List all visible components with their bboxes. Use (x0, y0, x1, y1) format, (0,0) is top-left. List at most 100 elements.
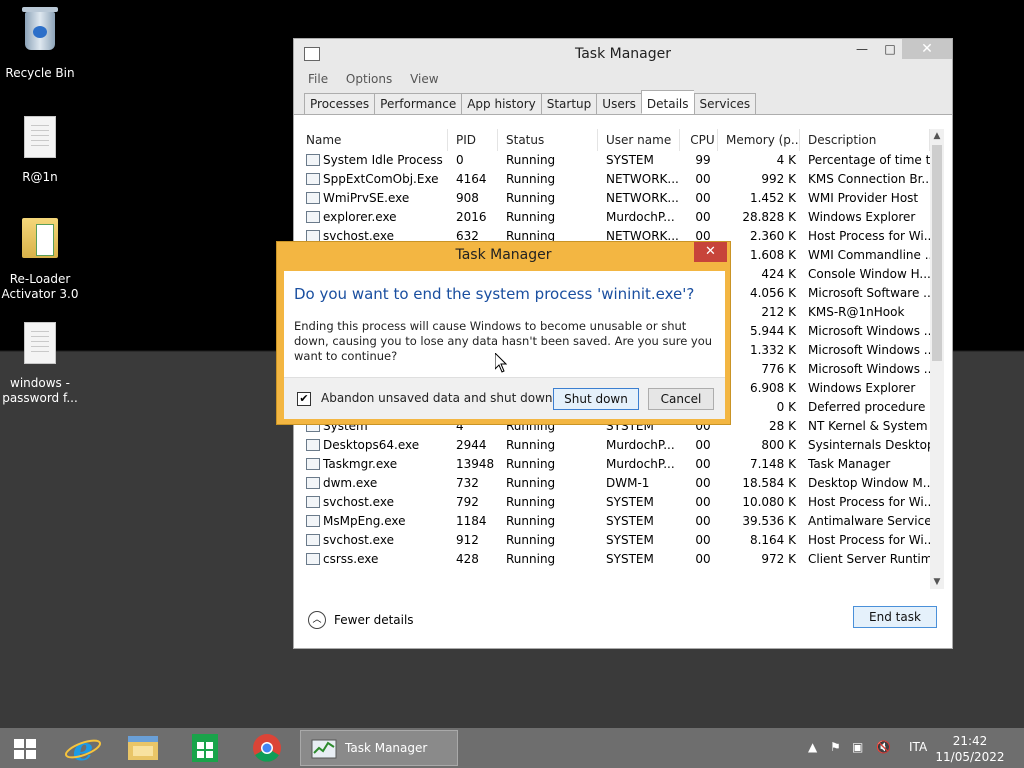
end-task-button[interactable]: End task (853, 606, 937, 628)
abandon-data-checkbox[interactable]: ✔ (297, 392, 311, 406)
menu-view[interactable]: View (410, 72, 438, 86)
cell-text: 1.608 K (749, 248, 796, 262)
taskbar-clock[interactable]: 21:42 11/05/2022 (934, 733, 1006, 765)
dialog-question: Do you want to end the system process 'w… (294, 285, 695, 303)
action-center-flag-icon[interactable]: ⚑ (830, 740, 841, 754)
start-button[interactable] (6, 730, 46, 766)
tab-startup[interactable]: Startup (540, 93, 597, 115)
cell-description: NT Kernel & System (800, 417, 930, 436)
cell-text: 00 (695, 210, 711, 224)
dialog-title: Task Manager (455, 247, 552, 263)
cell-text: SppExtComObj.Exe (323, 172, 439, 186)
tab-app-history[interactable]: App history (461, 93, 541, 115)
dialog-close-button[interactable]: ✕ (694, 242, 727, 262)
menu-options[interactable]: Options (346, 72, 392, 86)
column-header-name[interactable]: Name (302, 129, 448, 151)
cell-name: dwm.exe (302, 474, 448, 493)
cell-text: 00 (695, 191, 711, 205)
maximize-button[interactable]: □ (876, 39, 904, 59)
taskbar-file-explorer[interactable] (118, 730, 168, 766)
cell-text: 00 (695, 533, 711, 547)
taskbar-store[interactable] (180, 730, 230, 766)
cell-pid: 13948 (448, 455, 498, 474)
cell-text: Console Window H... (808, 267, 930, 281)
desktop-icon-windows-password[interactable]: windows - password f... (0, 322, 80, 406)
table-row[interactable]: csrss.exe 428 Running SYSTEM 00 972 K Client S… (302, 550, 937, 569)
taskbar-task-manager[interactable]: Task Manager (300, 730, 458, 766)
tab-services[interactable]: Services (693, 93, 757, 115)
tab-users[interactable]: Users (596, 93, 641, 115)
taskbar-chrome[interactable] (242, 730, 292, 766)
desktop-icon-reloader[interactable]: Re-Loader Activator 3.0 (0, 214, 80, 302)
taskbar-task-manager-label: Task Manager (345, 741, 428, 755)
scroll-up-icon[interactable]: ▲ (930, 129, 944, 143)
tab-performance[interactable]: Performance (374, 93, 462, 115)
cell-name: SppExtComObj.Exe (302, 170, 448, 189)
scrollbar-thumb[interactable] (932, 145, 942, 361)
fewer-details-toggle[interactable]: ︿ Fewer details (308, 609, 414, 631)
cell-text: 800 K (761, 438, 796, 452)
column-header-memory[interactable]: Memory (p... (718, 129, 800, 151)
menu-file[interactable]: File (308, 72, 328, 86)
column-header-pid[interactable]: PID (448, 129, 498, 151)
taskbar-internet-explorer[interactable]: e (58, 730, 108, 768)
table-row[interactable]: Desktops64.exe 2944 Running MurdochP... 00 80… (302, 436, 937, 455)
cell-status: Running (498, 550, 598, 569)
table-row[interactable]: System Idle Process 0 Running SYSTEM 99 4 K Pe… (302, 151, 937, 170)
cell-status: Running (498, 189, 598, 208)
title-bar[interactable]: Task Manager — □ ✕ (294, 39, 952, 69)
shut-down-button[interactable]: Shut down (553, 388, 639, 410)
table-row[interactable]: dwm.exe 732 Running DWM-1 00 18.584 K Desktop … (302, 474, 937, 493)
vertical-scrollbar[interactable]: ▲ ▼ (930, 129, 944, 589)
table-row[interactable]: MsMpEng.exe 1184 Running SYSTEM 00 39.536 K An… (302, 512, 937, 531)
cell-memory: 39.536 K (718, 512, 800, 531)
abandon-data-label[interactable]: Abandon unsaved data and shut down. (321, 391, 556, 405)
cell-name: csrss.exe (302, 550, 448, 569)
table-row[interactable]: svchost.exe 912 Running SYSTEM 00 8.164 K Host… (302, 531, 937, 550)
table-row[interactable]: svchost.exe 792 Running SYSTEM 00 10.080 K Hos… (302, 493, 937, 512)
cell-text: explorer.exe (323, 210, 397, 224)
network-icon[interactable]: ▣ (852, 740, 863, 754)
cell-text: 2.360 K (749, 229, 796, 243)
recycle-bin-icon (20, 7, 60, 60)
cell-user: MurdochP... (598, 455, 680, 474)
column-header-cpu[interactable]: CPU (680, 129, 718, 151)
table-row[interactable]: WmiPrvSE.exe 908 Running NETWORK... 00 1.452 … (302, 189, 937, 208)
scroll-down-icon[interactable]: ▼ (930, 575, 944, 589)
cell-cpu: 00 (680, 189, 718, 208)
tab-processes[interactable]: Processes (304, 93, 375, 115)
cell-name: svchost.exe (302, 493, 448, 512)
tab-details[interactable]: Details (640, 90, 694, 114)
cell-description: Windows Explorer (800, 208, 930, 227)
cell-name: svchost.exe (302, 531, 448, 550)
cell-text: 8.164 K (749, 533, 796, 547)
table-row[interactable]: Taskmgr.exe 13948 Running MurdochP... 00 7.14… (302, 455, 937, 474)
show-hidden-icons-icon[interactable]: ▲ (808, 740, 817, 754)
language-indicator[interactable]: ITA (909, 740, 927, 754)
column-header-description[interactable]: Description (800, 129, 930, 151)
cell-text: Taskmgr.exe (323, 457, 398, 471)
cell-text: SYSTEM (606, 552, 654, 566)
cancel-button[interactable]: Cancel (648, 388, 714, 410)
cell-user: MurdochP... (598, 436, 680, 455)
close-button[interactable]: ✕ (902, 39, 952, 59)
column-header-status[interactable]: Status (498, 129, 598, 151)
cell-text: SYSTEM (606, 533, 654, 547)
table-row[interactable]: explorer.exe 2016 Running MurdochP... 00 28.8… (302, 208, 937, 227)
minimize-button[interactable]: — (848, 39, 876, 59)
cell-description: Deferred procedure ... (800, 398, 930, 417)
table-row[interactable]: SppExtComObj.Exe 4164 Running NETWORK... 00 9… (302, 170, 937, 189)
desktop-icon-r1n[interactable]: R@1n (0, 116, 80, 185)
chevron-up-icon: ︿ (308, 611, 326, 629)
cell-text: svchost.exe (323, 533, 394, 547)
clock-time: 21:42 (952, 734, 988, 748)
cell-text: Running (506, 172, 556, 186)
volume-muted-icon[interactable]: 🔇 (876, 740, 891, 754)
cell-pid: 792 (448, 493, 498, 512)
cell-text: 39.536 K (742, 514, 796, 528)
cell-user: MurdochP... (598, 208, 680, 227)
desktop-icon-recycle-bin[interactable]: Recycle Bin (0, 7, 80, 81)
column-header-user[interactable]: User name (598, 129, 680, 151)
cell-text: Microsoft Windows ... (808, 324, 930, 338)
cell-text: Sysinternals Desktops (808, 438, 930, 452)
